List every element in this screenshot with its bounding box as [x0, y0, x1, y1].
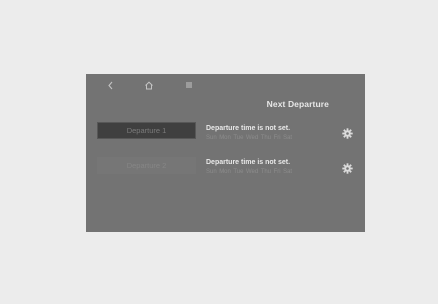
- departure-2-status: Departure time is not set.: [206, 159, 291, 166]
- departure-1-days: Sun Mon Tue Wed Thu Fri Sat: [206, 134, 326, 142]
- page-title: Next Departure: [266, 99, 329, 109]
- departure-1-info: Departure time is not set. Sun Mon Tue Wed T…: [206, 124, 326, 142]
- departure-2-settings-gear-icon[interactable]: [342, 161, 353, 174]
- day-label: Wed: [245, 169, 259, 175]
- day-label: Wed: [245, 135, 259, 141]
- departure-screen: Next Departure Departure 1 Departure tim…: [86, 74, 365, 232]
- day-label: Sun: [206, 135, 217, 141]
- day-label: Mon: [219, 135, 231, 141]
- day-label: Sat: [283, 135, 293, 141]
- departure-1-status: Departure time is not set.: [206, 125, 291, 132]
- day-label: Sun: [206, 169, 217, 175]
- departure-1-settings-gear-icon[interactable]: [342, 126, 353, 139]
- day-label: Mon: [219, 169, 231, 175]
- day-label: Fri: [273, 169, 281, 175]
- departure-2-button[interactable]: Departure 2: [97, 157, 196, 174]
- day-label: Thu: [260, 169, 272, 175]
- day-label: Tue: [233, 169, 244, 175]
- gear-icon: [342, 128, 353, 139]
- menu-icon[interactable]: [183, 79, 195, 91]
- departure-2-info: Departure time is not set. Sun Mon Tue Wed T…: [206, 158, 326, 176]
- day-label: Thu: [260, 135, 272, 141]
- day-label: Sat: [283, 169, 293, 175]
- home-icon[interactable]: [143, 79, 155, 91]
- departure-2-days: Sun Mon Tue Wed Thu Fri Sat: [206, 168, 326, 176]
- day-label: Fri: [273, 135, 281, 141]
- menu-icon-glyph: [186, 82, 192, 88]
- gear-icon: [342, 163, 353, 174]
- departure-1-button[interactable]: Departure 1: [97, 122, 196, 139]
- home-icon-glyph: [145, 81, 153, 89]
- day-label: Tue: [233, 135, 244, 141]
- page-background: Next Departure Departure 1 Departure tim…: [0, 0, 438, 304]
- back-icon[interactable]: [104, 79, 116, 91]
- back-icon-glyph: [107, 81, 112, 89]
